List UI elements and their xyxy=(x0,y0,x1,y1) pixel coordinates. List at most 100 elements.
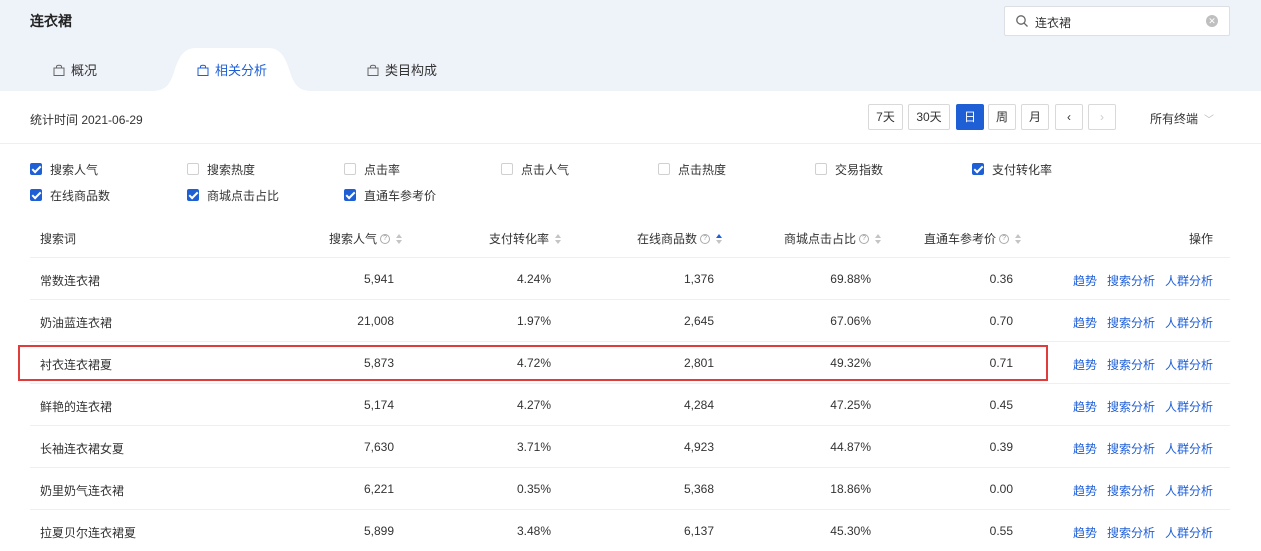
trend-link[interactable]: 趋势 xyxy=(1073,356,1097,373)
table-row: 拉夏贝尔连衣裙夏 5,899 3.48% 6,137 45.30% 0.55 趋势 搜索分析人… xyxy=(30,510,1230,551)
value-cell: 5,899 xyxy=(363,524,394,538)
value-cell: 4.24% xyxy=(516,272,551,286)
sort-icon[interactable] xyxy=(875,233,882,244)
filter-click-popularity[interactable]: 点击人气 xyxy=(501,161,569,177)
crowd-analysis-link[interactable]: 人群分析 xyxy=(1165,356,1213,373)
trend-link[interactable]: 趋势 xyxy=(1073,398,1097,415)
next-button[interactable]: › xyxy=(1088,104,1116,130)
page-title: 连衣裙 xyxy=(30,13,72,29)
checkbox[interactable] xyxy=(344,189,356,201)
crowd-analysis-link[interactable]: 人群分析 xyxy=(1165,314,1213,331)
filter-search-heat[interactable]: 搜索热度 xyxy=(187,161,255,177)
column-header-keyword: 搜索词 xyxy=(40,232,77,246)
filter-label: 点击人气 xyxy=(521,162,570,177)
checkbox[interactable] xyxy=(501,163,513,175)
checkbox[interactable] xyxy=(344,163,356,175)
filter-mall-click-share[interactable]: 商城点击占比 xyxy=(187,187,279,203)
filter-online-items[interactable]: 在线商品数 xyxy=(30,187,110,203)
terminal-label: 所有终端 xyxy=(1150,112,1199,126)
keyword-cell: 拉夏贝尔连衣裙夏 xyxy=(40,526,137,540)
terminal-select[interactable]: 所有终端 ﹀ xyxy=(1150,110,1214,127)
value-cell: 0.45 xyxy=(989,398,1013,412)
sort-icon[interactable] xyxy=(1015,233,1022,244)
table-row: 衬衣连衣裙夏 5,873 4.72% 2,801 49.32% 0.71 趋势 搜索分析 人群分… xyxy=(30,342,1230,384)
tab-category-composition[interactable]: 类目构成 xyxy=(367,48,437,91)
value-cell: 3.48% xyxy=(516,524,551,538)
checkbox[interactable] xyxy=(658,163,670,175)
sort-icon[interactable] xyxy=(555,233,562,244)
value-cell: 67.06% xyxy=(830,314,871,328)
tab-overview[interactable]: 概况 xyxy=(53,48,97,91)
tab-related-analysis[interactable]: 相关分析 xyxy=(152,48,312,91)
filter-label: 点击热度 xyxy=(678,162,727,177)
trend-link[interactable]: 趋势 xyxy=(1073,482,1097,499)
crowd-analysis-link[interactable]: 人群分析 xyxy=(1165,398,1213,415)
range-7d-button[interactable]: 7天 xyxy=(868,104,903,130)
filter-label: 交易指数 xyxy=(835,162,884,177)
value-cell: 45.30% xyxy=(830,524,871,538)
crowd-analysis-link[interactable]: 人群分析 xyxy=(1165,482,1213,499)
range-month-button[interactable]: 月 xyxy=(1021,104,1049,130)
table-header: 搜索词 搜索人气? 支付转化率 在线商品数? 商城点击占比? 直通车参考价? 操… xyxy=(30,218,1230,258)
column-header-search-popularity[interactable]: 搜索人气? xyxy=(329,230,403,247)
table-row: 长袖连衣裙女夏 7,630 3.71% 4,923 44.87% 0.39 趋势 搜索分析 人群… xyxy=(30,426,1230,468)
checkbox[interactable] xyxy=(187,163,199,175)
value-cell: 18.86% xyxy=(830,482,871,496)
search-analysis-link[interactable]: 搜索分析 xyxy=(1107,398,1155,415)
checkbox[interactable] xyxy=(30,163,42,175)
tab-label: 类目构成 xyxy=(385,63,438,78)
trend-link[interactable]: 趋势 xyxy=(1073,314,1097,331)
filter-click-heat[interactable]: 点击热度 xyxy=(658,161,726,177)
search-analysis-link[interactable]: 搜索分析 xyxy=(1107,524,1155,541)
search-box[interactable]: 连衣裙 ✕ xyxy=(1004,6,1230,36)
help-icon[interactable]: ? xyxy=(999,233,1010,244)
checkbox[interactable] xyxy=(815,163,827,175)
sort-ascending-icon[interactable] xyxy=(716,233,723,244)
value-cell: 2,645 xyxy=(683,314,714,328)
table-row: 奶油蓝连衣裙 21,008 1.97% 2,645 67.06% 0.70 趋势 搜索分析 人群… xyxy=(30,300,1230,342)
range-day-button[interactable]: 日 xyxy=(956,104,984,130)
trend-link[interactable]: 趋势 xyxy=(1073,440,1097,457)
search-analysis-link[interactable]: 搜索分析 xyxy=(1107,440,1155,457)
value-cell: 5,873 xyxy=(363,356,394,370)
stat-time: 统计时间 2021-06-29 xyxy=(30,113,143,127)
column-header-online-items[interactable]: 在线商品数? xyxy=(637,230,723,247)
search-analysis-link[interactable]: 搜索分析 xyxy=(1107,314,1155,331)
crowd-analysis-link[interactable]: 人群分析 xyxy=(1165,524,1213,541)
prev-button[interactable]: ‹ xyxy=(1055,104,1083,130)
filter-ztc-price[interactable]: 直通车参考价 xyxy=(344,187,436,203)
value-cell: 0.00 xyxy=(989,482,1013,496)
filter-pay-conversion[interactable]: 支付转化率 xyxy=(972,161,1052,177)
column-header-mall-click-share[interactable]: 商城点击占比? xyxy=(784,230,882,247)
crowd-analysis-link[interactable]: 人群分析 xyxy=(1165,272,1213,289)
toolbar: 统计时间 2021-06-29 7天 30天 日 周 月 ‹ › 所有终端 ﹀ xyxy=(0,91,1261,144)
help-icon[interactable]: ? xyxy=(700,233,711,244)
checkbox[interactable] xyxy=(972,163,984,175)
filter-click-rate[interactable]: 点击率 xyxy=(344,161,400,177)
help-icon[interactable]: ? xyxy=(859,233,870,244)
value-cell: 4.72% xyxy=(516,356,551,370)
search-analysis-link[interactable]: 搜索分析 xyxy=(1107,272,1155,289)
clear-icon[interactable]: ✕ xyxy=(1206,15,1218,27)
column-header-ztc-price[interactable]: 直通车参考价? xyxy=(924,230,1022,247)
keyword-cell: 鲜艳的连衣裙 xyxy=(40,400,113,414)
help-icon[interactable]: ? xyxy=(380,233,391,244)
search-analysis-link[interactable]: 搜索分析 xyxy=(1107,482,1155,499)
range-30d-button[interactable]: 30天 xyxy=(908,104,950,130)
value-cell: 1,376 xyxy=(683,272,714,286)
sort-icon[interactable] xyxy=(396,233,403,244)
keyword-cell: 长袖连衣裙女夏 xyxy=(40,442,125,456)
filter-trade-index[interactable]: 交易指数 xyxy=(815,161,883,177)
range-week-button[interactable]: 周 xyxy=(988,104,1016,130)
trend-link[interactable]: 趋势 xyxy=(1073,524,1097,541)
checkbox[interactable] xyxy=(187,189,199,201)
trend-link[interactable]: 趋势 xyxy=(1073,272,1097,289)
crowd-analysis-link[interactable]: 人群分析 xyxy=(1165,440,1213,457)
column-header-pay-conversion[interactable]: 支付转化率 xyxy=(489,230,562,247)
value-cell: 4,284 xyxy=(683,398,714,412)
filter-search-popularity[interactable]: 搜索人气 xyxy=(30,161,98,177)
value-cell: 0.39 xyxy=(989,440,1013,454)
checkbox[interactable] xyxy=(30,189,42,201)
search-analysis-link[interactable]: 搜索分析 xyxy=(1107,356,1155,373)
search-input[interactable]: 连衣裙 xyxy=(1035,14,1071,31)
